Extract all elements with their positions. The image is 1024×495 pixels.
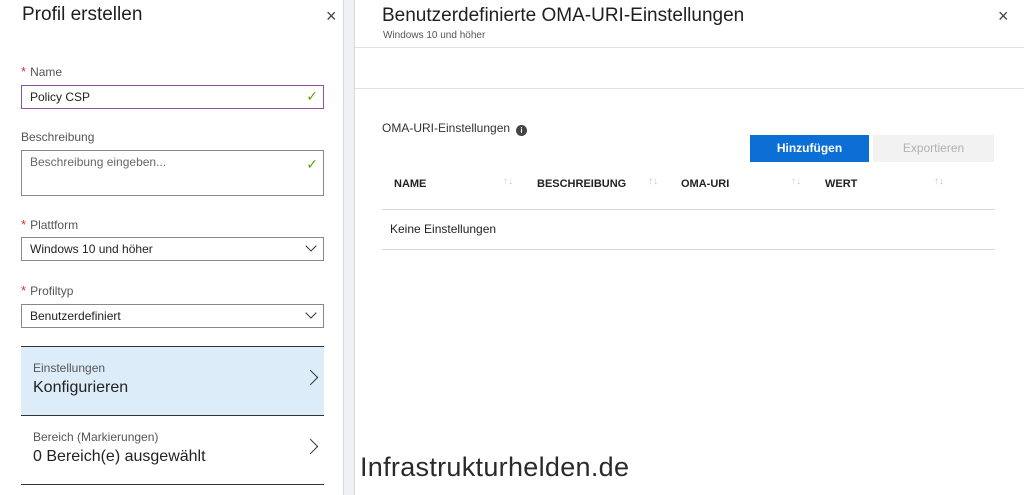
chevron-down-icon bbox=[305, 307, 317, 319]
divider bbox=[355, 47, 1024, 48]
settings-nav-item[interactable]: Einstellungen Konfigurieren bbox=[21, 346, 324, 415]
description-placeholder: Beschreibung eingeben... bbox=[30, 155, 167, 169]
close-icon[interactable]: × bbox=[326, 7, 337, 25]
add-button[interactable]: Hinzufügen bbox=[750, 135, 869, 162]
required-mark: * bbox=[21, 283, 27, 298]
table-divider bbox=[382, 209, 995, 210]
description-label: Beschreibung bbox=[21, 130, 95, 144]
empty-table-message: Keine Einstellungen bbox=[390, 222, 497, 236]
profile-type-select[interactable]: Benutzerdefiniert bbox=[21, 304, 324, 328]
column-header-value[interactable]: WERT bbox=[825, 178, 857, 190]
column-header-description[interactable]: BESCHREIBUNG bbox=[537, 178, 626, 190]
info-icon[interactable]: i bbox=[516, 125, 528, 136]
sort-icon[interactable]: ↑↓ bbox=[503, 176, 513, 187]
close-icon[interactable]: × bbox=[998, 7, 1009, 25]
chevron-down-icon bbox=[305, 240, 317, 252]
divider bbox=[21, 484, 324, 485]
section-label: OMA-URI-Einstellungen i bbox=[382, 121, 528, 136]
profile-type-label: * Profiltyp bbox=[21, 283, 74, 298]
watermark: Infrastrukturhelden.de bbox=[360, 452, 630, 482]
divider bbox=[355, 88, 1024, 89]
scope-label: Bereich (Markierungen) bbox=[33, 430, 159, 444]
sort-icon[interactable]: ↑↓ bbox=[791, 176, 801, 187]
scope-value: 0 Bereich(e) ausgewählt bbox=[33, 448, 206, 465]
required-mark: * bbox=[21, 64, 27, 79]
settings-value: Konfigurieren bbox=[33, 379, 129, 396]
platform-label: * Plattform bbox=[21, 217, 79, 232]
table-header: NAME ↑↓ BESCHREIBUNG ↑↓ OMA-URI ↑↓ WERT … bbox=[382, 176, 995, 196]
blade-title: Benutzerdefinierte OMA-URI-Einstellungen bbox=[382, 5, 745, 26]
blade-subtitle: Windows 10 und höher bbox=[383, 30, 486, 41]
create-profile-blade: Profil erstellen × * Name Policy CSP ✓ Be… bbox=[0, 0, 343, 495]
settings-label: Einstellungen bbox=[33, 361, 106, 375]
check-icon: ✓ bbox=[306, 156, 318, 172]
description-field[interactable]: Beschreibung eingeben... ✓ bbox=[21, 150, 324, 196]
column-header-name[interactable]: NAME bbox=[394, 178, 426, 190]
blade-title: Profil erstellen bbox=[22, 4, 143, 25]
name-label: * Name bbox=[21, 64, 63, 79]
column-header-oma-uri[interactable]: OMA-URI bbox=[681, 178, 729, 190]
scope-nav-item[interactable]: Bereich (Markierungen) 0 Bereich(e) ausg… bbox=[21, 415, 324, 484]
check-icon: ✓ bbox=[306, 88, 318, 104]
required-mark: * bbox=[21, 217, 27, 232]
oma-uri-blade: Benutzerdefinierte OMA-URI-Einstellungen… bbox=[355, 0, 1024, 495]
sort-icon[interactable]: ↑↓ bbox=[648, 176, 658, 187]
export-button: Exportieren bbox=[873, 135, 994, 162]
sort-icon[interactable]: ↑↓ bbox=[934, 176, 944, 187]
platform-select[interactable]: Windows 10 und höher bbox=[21, 237, 324, 261]
name-field[interactable]: Policy CSP ✓ bbox=[21, 85, 324, 109]
blade-separator bbox=[343, 0, 355, 495]
table-divider bbox=[382, 249, 995, 250]
